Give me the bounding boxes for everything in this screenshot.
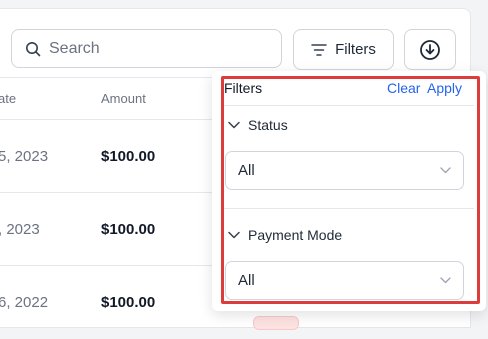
apply-filters-link[interactable]: Apply <box>427 80 462 96</box>
search-box[interactable] <box>11 29 282 68</box>
chevron-down-icon <box>228 121 240 129</box>
payment-mode-select-value: All <box>238 272 255 289</box>
status-select-value: All <box>238 162 255 179</box>
row-date: 5, 2023 <box>0 148 49 165</box>
row-date: 6, 2022 <box>0 294 49 311</box>
clear-filters-link[interactable]: Clear <box>387 80 420 96</box>
header-amount: Amount <box>101 91 146 106</box>
status-section-toggle[interactable]: Status <box>228 117 288 133</box>
search-icon <box>26 41 41 56</box>
row-date: , 2023 <box>0 221 40 238</box>
payment-mode-select[interactable]: All <box>225 261 464 300</box>
divider <box>222 105 474 106</box>
filters-button[interactable]: Filters <box>293 29 394 70</box>
filters-panel-title: Filters <box>224 80 263 96</box>
filters-panel: Filters Clear Apply Status All Payment M… <box>212 71 486 311</box>
filter-lines-icon <box>311 43 327 56</box>
search-input[interactable] <box>47 38 271 59</box>
status-badge <box>253 316 299 330</box>
row-amount: $100.00 <box>101 148 156 165</box>
filters-button-label: Filters <box>335 41 376 58</box>
download-button[interactable] <box>404 29 456 70</box>
status-select[interactable]: All <box>225 151 464 190</box>
row-amount: $100.00 <box>101 294 156 311</box>
status-section-label: Status <box>248 117 288 133</box>
divider <box>222 208 474 209</box>
payment-mode-section-label: Payment Mode <box>248 227 343 243</box>
chevron-down-icon <box>440 167 451 174</box>
header-date: ate <box>0 91 17 106</box>
chevron-down-icon <box>228 231 240 239</box>
download-icon <box>420 39 440 60</box>
chevron-down-icon <box>440 277 451 284</box>
row-amount: $100.00 <box>101 221 156 238</box>
payment-mode-section-toggle[interactable]: Payment Mode <box>228 227 342 243</box>
